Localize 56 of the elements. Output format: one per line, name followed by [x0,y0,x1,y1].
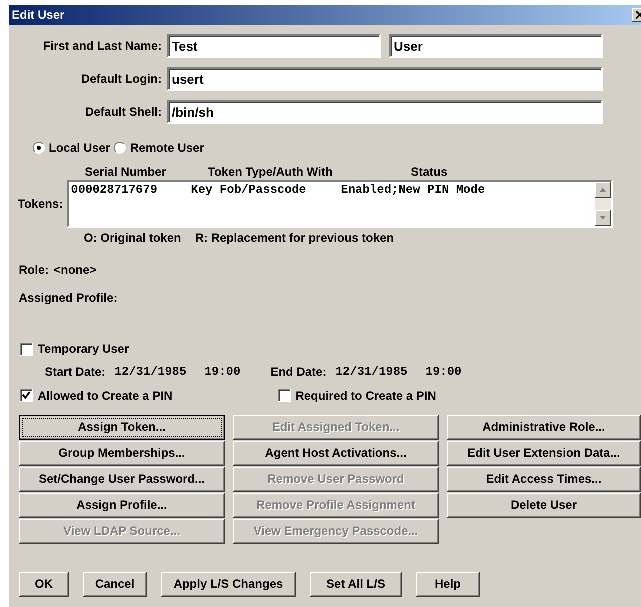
window-title: Edit User [12,8,65,22]
column-header: Status [410,165,449,180]
tokens-label: Tokens: [18,196,64,211]
action-button[interactable]: Agent Host Activations... [233,441,439,466]
checkbox-label[interactable]: Temporary User [38,342,130,356]
date-value: 12/31/1985 [114,365,187,380]
checkbox[interactable] [278,389,291,402]
field-label: First and Last Name: [42,38,163,54]
role-value: <none> [54,263,97,278]
radio-button[interactable] [33,142,45,154]
action-button[interactable]: Edit Access Times... [447,467,641,492]
date-label: End Date: [270,365,327,380]
action-button[interactable]: Administrative Role... [447,415,641,440]
text-field[interactable]: Test [167,34,381,58]
table-cell-text: Key Fob/Passcode [191,182,308,198]
table-cell-text: Enabled;New PIN Mode [341,182,486,198]
time-value: 19:00 [204,365,241,380]
action-button[interactable]: Delete User [447,493,641,518]
text-field[interactable]: usert [167,67,603,91]
dialog-button[interactable]: OK [19,572,69,598]
text-field[interactable]: User [389,34,603,58]
scroll-down-button[interactable] [595,210,612,226]
text-field[interactable]: /bin/sh [167,100,603,124]
scrollbar[interactable] [595,182,612,226]
dialog-button[interactable]: Help [416,572,480,598]
radio-label[interactable]: Local User [49,141,110,156]
action-button[interactable]: Assign Profile... [19,493,225,518]
action-button[interactable]: Assign Token... [19,415,225,440]
dialog-button[interactable]: Apply L/S Changes [161,572,296,598]
checkbox-label[interactable]: Allowed to Create a PIN [38,388,173,404]
legend-text: R: Replacement for previous token [195,230,394,246]
column-header: Serial Number [85,165,168,180]
role-label: Role: [19,263,49,278]
action-button[interactable]: Edit User Extension Data... [447,441,641,466]
radio-button[interactable] [114,142,126,154]
action-button[interactable]: Group Memberships... [19,441,225,466]
radio-label[interactable]: Remote User [130,141,204,156]
dialog-button[interactable]: Set All L/S [310,572,402,598]
action-button[interactable]: Set/Change User Password... [19,467,225,492]
column-header: Token Type/Auth With [208,165,334,180]
assigned-profile-label: Assigned Profile: [19,290,118,305]
table-cell-text: 000028717679 [71,182,159,198]
down-arrow-icon [599,214,608,221]
token-list[interactable]: 000028717679 Key Fob/Passcode Enabled;New PIN Mode [67,180,614,228]
date-value: 12/31/1985 [336,365,408,380]
checkbox-label[interactable]: Required to Create a PIN [296,388,436,404]
scroll-up-button[interactable] [595,182,612,198]
checkbox[interactable] [20,342,33,356]
date-label: Start Date: [45,365,106,380]
up-arrow-icon [599,186,608,193]
dialog-button[interactable]: Cancel [83,572,147,598]
field-label: Default Login: [80,72,163,86]
checkbox[interactable] [20,389,33,402]
time-value: 19:00 [426,365,462,380]
legend-text: O: Original token [84,230,182,246]
field-label: Default Shell: [84,104,163,120]
